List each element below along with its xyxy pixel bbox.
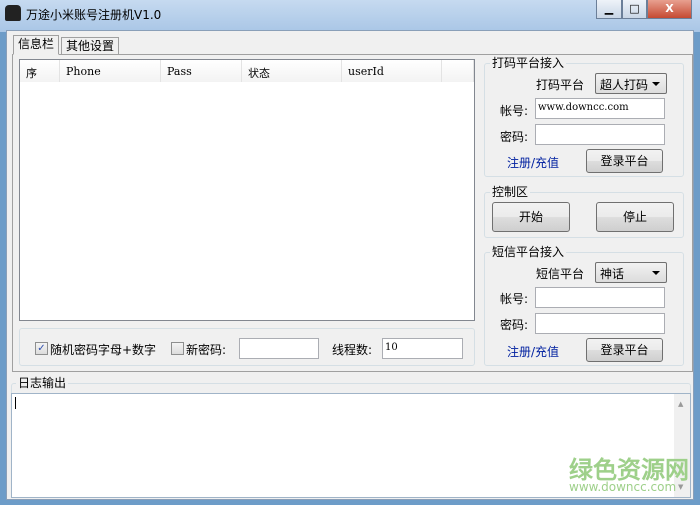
log-output-textarea[interactable]: ▲ ▼ 绿色资源网 www.downcc.com: [11, 393, 691, 498]
captcha-platform-label: 打码平台: [536, 78, 585, 92]
new-password-label: 新密码:: [186, 343, 227, 357]
threads-input[interactable]: 10: [382, 338, 463, 359]
close-button[interactable]: X: [647, 0, 692, 19]
captcha-account-input[interactable]: www.downcc.com: [535, 98, 665, 119]
column-header-userid[interactable]: userId: [342, 60, 442, 82]
sms-platform-value: 神话: [600, 267, 625, 281]
sms-account-label: 帐号:: [500, 292, 529, 306]
sms-account-input[interactable]: [535, 287, 665, 308]
random-password-label: 随机密码字母+数字: [50, 343, 157, 357]
watermark-url: www.downcc.com: [569, 480, 677, 494]
tab-info[interactable]: 信息栏: [13, 35, 60, 55]
window-title: 万途小米账号注册机V1.0: [26, 8, 162, 22]
captcha-platform-value: 超人打码: [600, 78, 649, 92]
captcha-account-label: 帐号:: [500, 104, 529, 118]
app-icon: [5, 5, 21, 21]
sms-platform-select[interactable]: 神话: [595, 262, 667, 283]
sms-password-label: 密码:: [500, 318, 529, 332]
threads-label: 线程数:: [332, 343, 373, 357]
sms-platform-label: 短信平台: [536, 267, 585, 281]
column-header-filler: [442, 60, 474, 82]
account-table[interactable]: 序 Phone Pass 状态 userId: [19, 59, 475, 321]
column-header-phone[interactable]: Phone: [60, 60, 161, 82]
log-group-label: 日志输出: [16, 376, 69, 390]
new-password-input[interactable]: [239, 338, 319, 359]
captcha-password-label: 密码:: [500, 130, 529, 144]
captcha-platform-select[interactable]: 超人打码: [595, 73, 667, 94]
chevron-down-icon: [652, 271, 660, 275]
column-header-status[interactable]: 状态: [242, 60, 342, 82]
captcha-password-input[interactable]: [535, 124, 665, 145]
sms-password-input[interactable]: [535, 313, 665, 334]
sms-group-label: 短信平台接入: [490, 245, 567, 259]
control-group-label: 控制区: [490, 185, 531, 199]
tab-other-settings[interactable]: 其他设置: [61, 37, 120, 55]
title-bar: 万途小米账号注册机V1.0 ▁ □ X: [0, 0, 700, 32]
random-password-checkbox[interactable]: ✓: [35, 342, 48, 355]
column-header-index[interactable]: 序: [20, 60, 60, 82]
sms-register-link[interactable]: 注册/充值: [507, 343, 559, 360]
stop-button[interactable]: 停止: [596, 202, 674, 232]
scroll-up-icon[interactable]: ▲: [678, 400, 683, 408]
sms-login-button[interactable]: 登录平台: [586, 338, 663, 362]
captcha-group-label: 打码平台接入: [490, 56, 567, 70]
start-button[interactable]: 开始: [492, 202, 570, 232]
maximize-button[interactable]: □: [622, 0, 647, 19]
text-cursor: [15, 397, 16, 409]
new-password-checkbox[interactable]: [171, 342, 184, 355]
chevron-down-icon: [652, 82, 660, 86]
column-header-pass[interactable]: Pass: [161, 60, 242, 82]
captcha-login-button[interactable]: 登录平台: [586, 149, 663, 173]
minimize-button[interactable]: ▁: [596, 0, 622, 19]
captcha-register-link[interactable]: 注册/充值: [507, 154, 559, 171]
